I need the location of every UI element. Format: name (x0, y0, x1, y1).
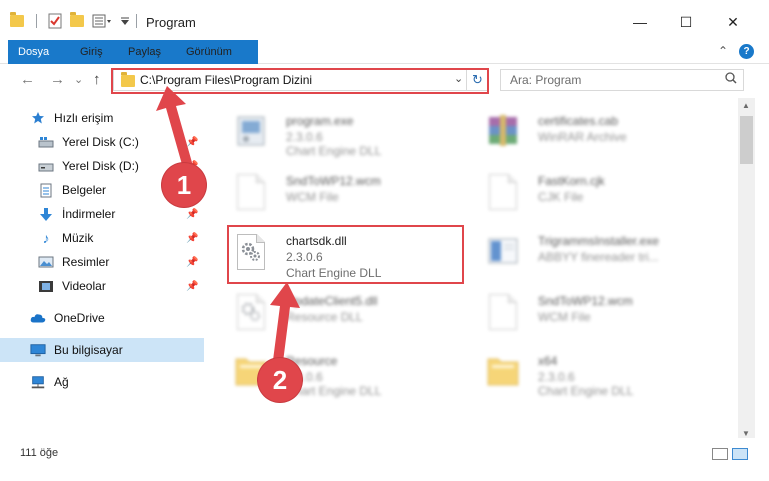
arrow-1 (156, 86, 193, 168)
arrow-2 (270, 282, 300, 370)
step-2-badge: 2 (258, 358, 302, 402)
annotation-arrows (156, 86, 300, 370)
step-1-badge: 1 (162, 163, 206, 207)
